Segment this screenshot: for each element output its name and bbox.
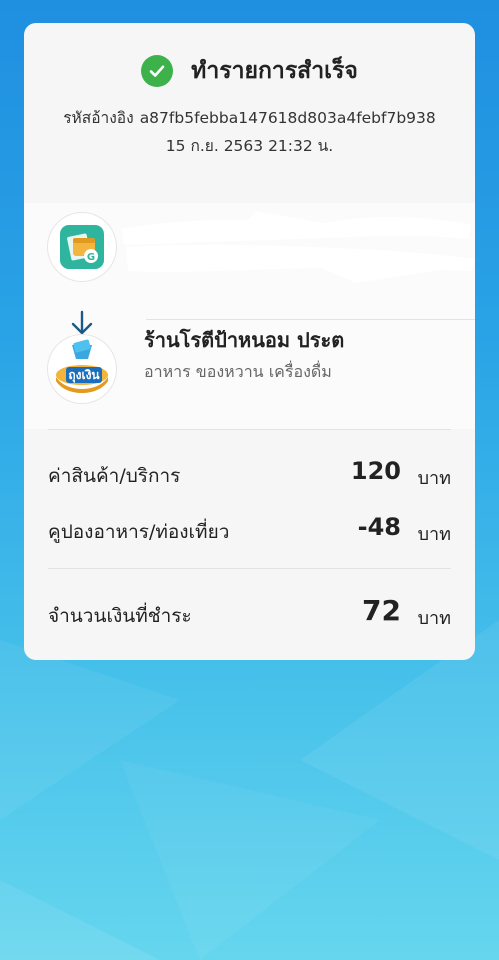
coupon-label: คูปองอาหาร/ท่องเที่ยว [48,521,230,543]
redacted-sender-name [121,211,474,283]
price-row: ค่าสินค้า/บริการ 120 บาท [48,457,451,491]
reference-label: รหัสอ้างอิง [63,109,134,127]
receiver-avatar: ถุงเงิน [48,335,116,403]
section-divider [48,429,451,430]
transfer-section: G ถุงเงิน ร้านโรตีป้าหนอม ประต อาหาร ของ… [24,203,475,429]
price-unit: บาท [417,468,451,489]
receipt-header: ทำรายการสำเร็จ รหัสอ้างอิง a87fb5febba147… [24,23,475,203]
total-label: จำนวนเงินที่ชำระ [48,605,192,627]
transaction-datetime: 15 ก.ย. 2563 21:32 น. [165,137,334,155]
status-title: ทำรายการสำเร็จ [191,58,358,84]
total-row: จำนวนเงินที่ชำระ 72 บาท [48,594,451,631]
success-check-icon [141,55,174,87]
shop-name: ร้านโรตีป้าหนอม ประต [144,328,345,352]
reference-code: a87fb5febba147618d803a4febf7b938 [139,109,436,127]
total-amount: 72 [362,594,401,627]
wallet-app-icon: G [60,225,104,269]
svg-text:G: G [87,252,95,263]
sender-avatar: G [48,213,116,281]
status-row: ทำรายการสำเร็จ [24,53,475,89]
arrow-down-icon [71,310,93,335]
total-unit: บาท [417,608,451,629]
total-divider [48,568,451,569]
receipt-card: ทำรายการสำเร็จ รหัสอ้างอิง a87fb5febba147… [24,23,475,660]
coupon-row: คูปองอาหาร/ท่องเที่ยว -48 บาท [48,513,451,547]
price-amount: 120 [350,457,401,485]
transfer-divider [146,319,475,320]
price-label: ค่าสินค้า/บริการ [48,465,181,487]
shop-category: อาหาร ของหวาน เครื่องดื่ม [144,362,332,381]
coupon-amount: -48 [357,513,401,541]
coupon-unit: บาท [417,524,451,545]
logo-lettering: ถุงเงิน [68,368,100,383]
tung-ngern-logo: ถุงเงิน [56,339,108,393]
reference-line: รหัสอ้างอิง a87fb5febba147618d803a4febf7b… [24,105,475,130]
